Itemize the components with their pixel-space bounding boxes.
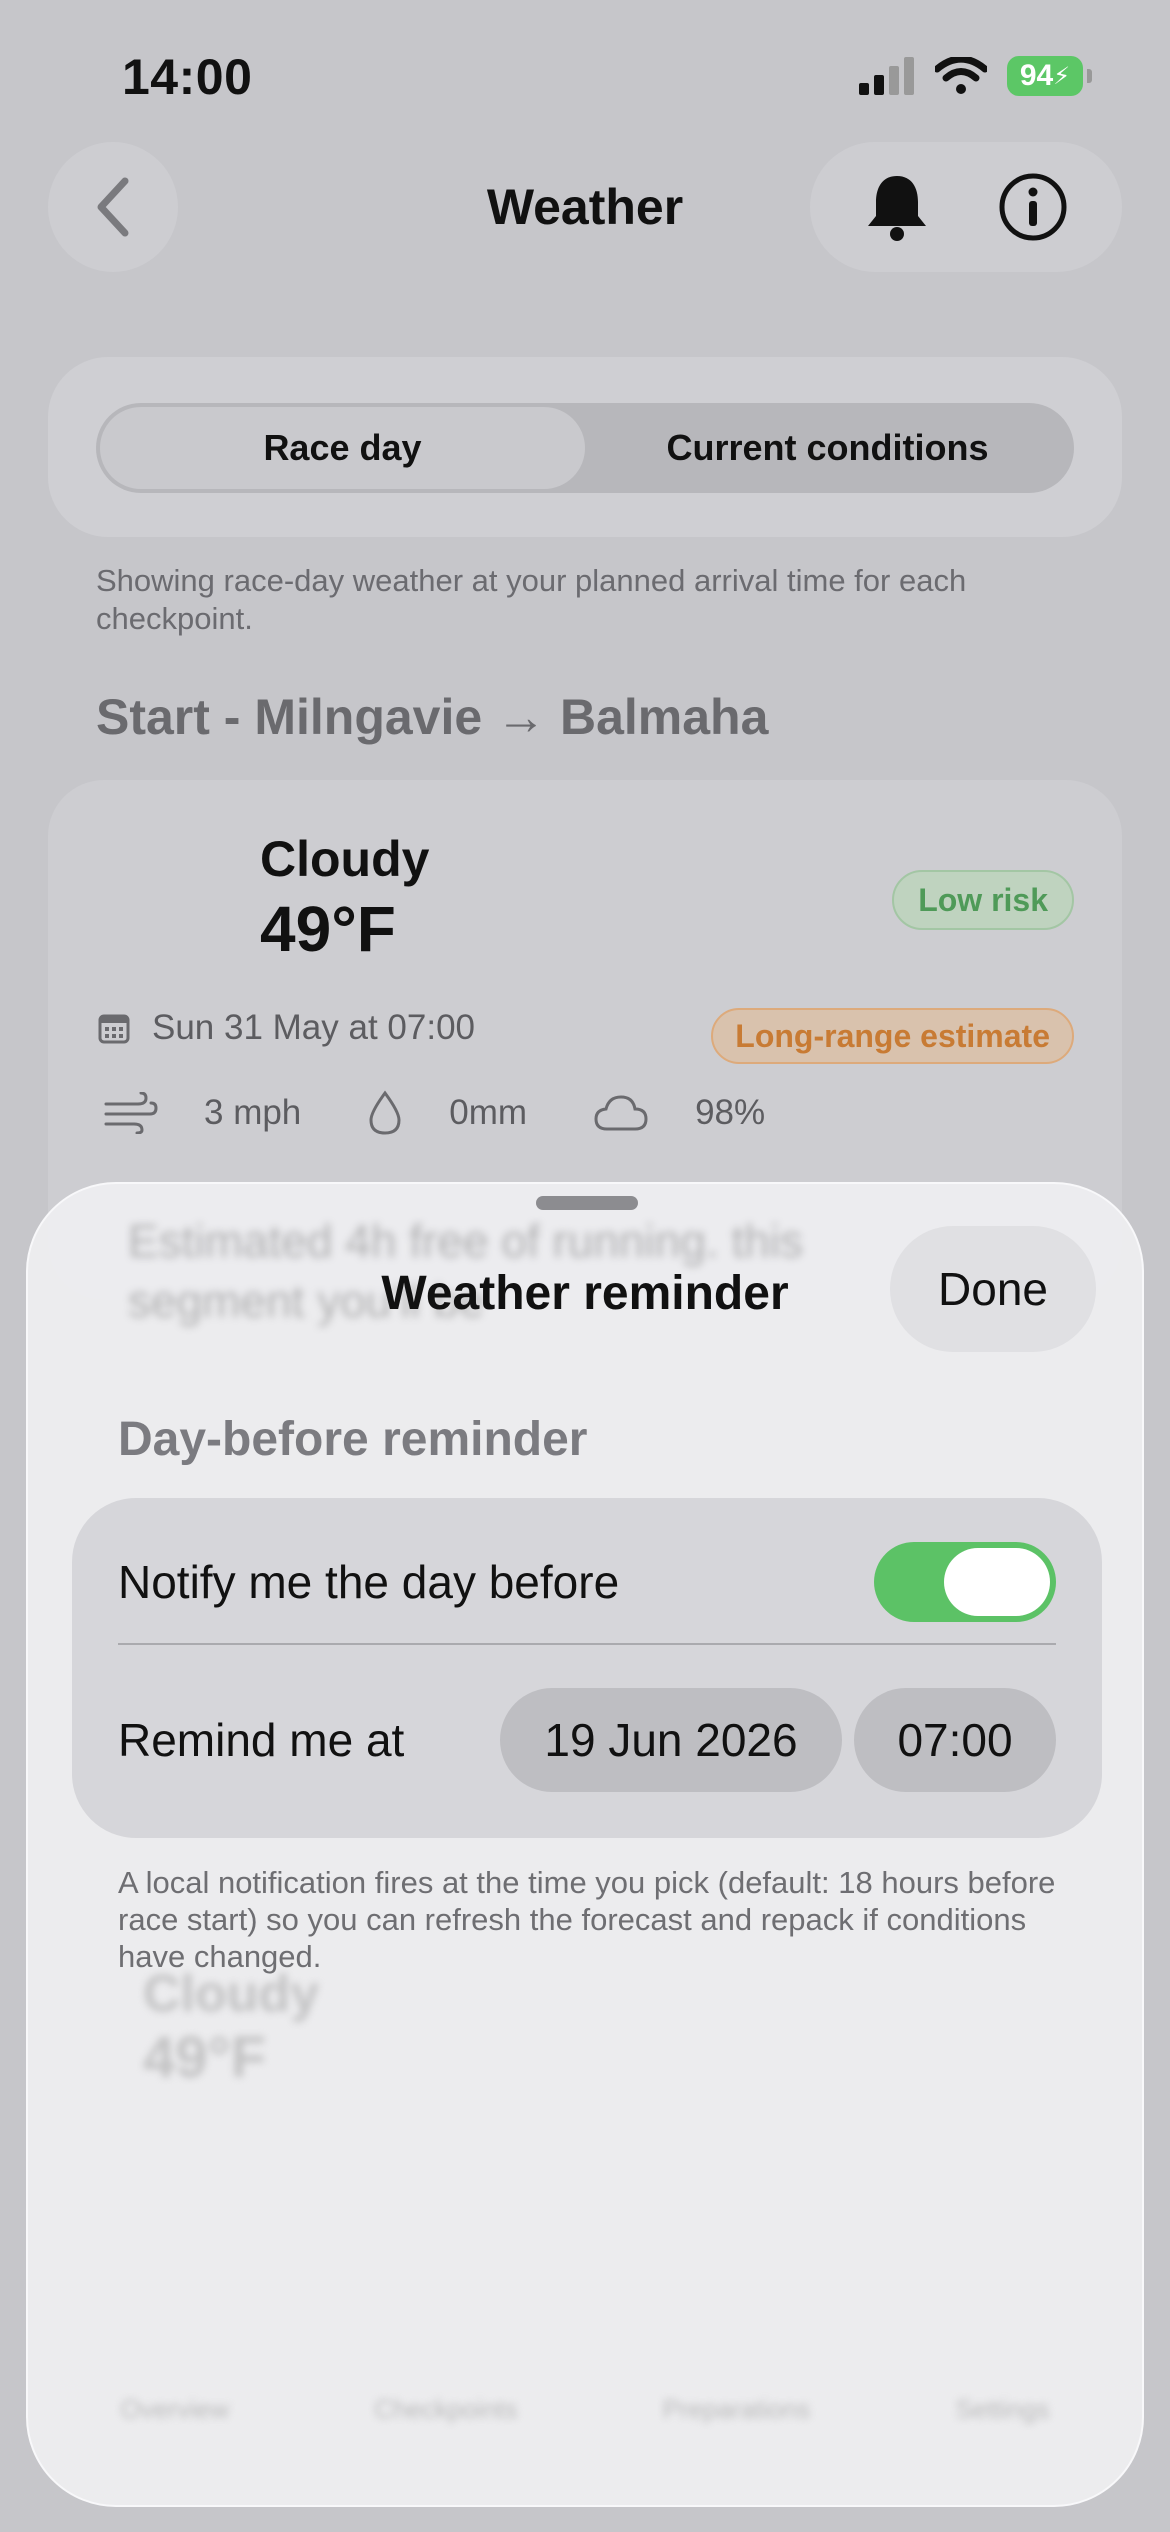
cloud-cover: 98%: [695, 1093, 766, 1132]
wind-metric: 3 mph: [104, 1092, 301, 1134]
ghost-tab: Overview: [120, 2394, 229, 2424]
wind-icon: [104, 1092, 158, 1134]
ghost-text-1: Estimated 4h free of running. this: [128, 1215, 804, 1267]
rain-amount: 0mm: [449, 1093, 528, 1132]
battery-level: 94: [1019, 59, 1054, 92]
reminder-time-picker[interactable]: 07:00: [854, 1688, 1056, 1792]
status-time: 14:00: [122, 49, 253, 105]
ghost-tab: Settings: [955, 2394, 1050, 2424]
reminder-settings-group: Notify me the day before Remind me at 19…: [72, 1498, 1102, 1838]
status-bar: 14:00 94 ⚡: [0, 0, 1170, 150]
battery-icon: 94 ⚡: [1007, 56, 1083, 96]
nav-actions: [810, 142, 1122, 272]
navigation-bar: Weather: [0, 142, 1170, 272]
charging-bolt-icon: ⚡: [1053, 62, 1071, 90]
segment-race-day[interactable]: Race day: [100, 407, 585, 489]
reminder-footnote: A local notification fires at the time y…: [118, 1865, 1056, 1974]
weather-reminder-sheet: Estimated 4h free of running. this segme…: [26, 1182, 1144, 2507]
cloud-metric: 98%: [593, 1093, 765, 1133]
segment-section-title: Start - Milngavie → Balmaha: [96, 689, 769, 745]
notify-label: Notify me the day before: [118, 1556, 620, 1608]
segment-container: Race day Current conditions: [48, 357, 1122, 537]
segmented-control: Race day Current conditions: [96, 403, 1074, 493]
cellular-signal-icon: [859, 57, 914, 95]
notify-row: Notify me the day before: [118, 1532, 1056, 1632]
row-divider: [118, 1643, 1056, 1645]
status-icons: 94 ⚡: [859, 56, 1092, 96]
notify-toggle[interactable]: [874, 1542, 1056, 1622]
done-button[interactable]: Done: [890, 1226, 1096, 1352]
remind-row: Remind me at 19 Jun 2026 07:00: [118, 1688, 1056, 1792]
remind-label: Remind me at: [118, 1714, 405, 1766]
ghost-tab: Preparations: [662, 2394, 811, 2424]
bell-icon[interactable]: [864, 172, 930, 242]
ghost-temperature: 49°F: [143, 2025, 267, 2090]
reminder-date-picker[interactable]: 19 Jun 2026: [500, 1688, 842, 1792]
segment-current-conditions[interactable]: Current conditions: [585, 407, 1070, 489]
calendar-icon: [98, 1014, 130, 1044]
toggle-knob: [944, 1548, 1050, 1616]
weather-temperature: 49°F: [260, 893, 396, 965]
ghost-tab: Checkpoints: [374, 2394, 518, 2424]
weather-metrics: 3 mph 0mm 98%: [104, 1090, 831, 1136]
risk-badge: Low risk: [892, 870, 1074, 930]
reminder-section-title: Day-before reminder: [118, 1413, 588, 1466]
sheet-grabber[interactable]: [536, 1196, 638, 1210]
weather-condition: Cloudy: [260, 831, 430, 887]
raindrop-icon: [369, 1090, 401, 1135]
forecast-date: Sun 31 May at 07:00: [152, 1008, 475, 1047]
info-icon[interactable]: [998, 172, 1068, 242]
battery-tip: [1087, 69, 1092, 83]
wifi-icon: [935, 57, 987, 94]
blurred-background-content: Estimated 4h free of running. this segme…: [28, 1184, 1142, 2505]
estimate-badge: Long-range estimate: [711, 1008, 1074, 1064]
ghost-tab-bar: Overview Checkpoints Preparations Settin…: [48, 2394, 1122, 2425]
rain-metric: 0mm: [367, 1090, 527, 1136]
forecast-date-row: Sun 31 May at 07:00: [98, 1008, 475, 1048]
wind-speed: 3 mph: [204, 1093, 302, 1132]
segment-hint: Showing race-day weather at your planned…: [96, 563, 967, 636]
cloud-icon: [594, 1095, 648, 1131]
